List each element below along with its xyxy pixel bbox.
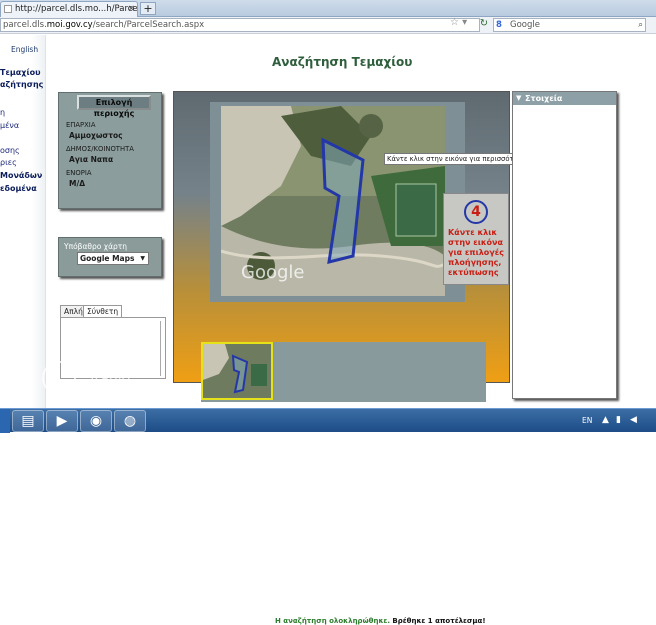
watermark-logo: Tranio <box>42 361 146 401</box>
close-tab-icon[interactable]: × <box>127 2 135 16</box>
help-callout: 4 Κάντε κλικ στην εικόνα για επιλογές πλ… <box>443 193 509 285</box>
google-icon: 8 <box>496 20 502 30</box>
select-region-button[interactable]: Επιλογή περιοχής <box>77 95 151 118</box>
search-icon[interactable]: ⌕ <box>638 19 643 31</box>
nav-item-parcel[interactable]: Τεμαχίου <box>0 68 40 77</box>
basemap-panel: Υπόβαθρο χάρτη Google Maps ▼ <box>58 237 162 277</box>
nav-item-search[interactable]: αζήτησης <box>0 80 43 89</box>
satellite-map-image[interactable]: Google <box>221 106 445 296</box>
search-placeholder: Google <box>510 20 540 30</box>
info-panel-header[interactable]: ▼ Στοιχεία <box>513 92 616 105</box>
system-tray: EN ▲ ▮ ◀ <box>572 409 656 433</box>
map-container: Google <box>210 102 465 302</box>
field-value-parish: Μ/Δ <box>69 179 86 188</box>
os-taskbar: ▤ ▶ ◉ ◍ EN ▲ ▮ ◀ <box>0 408 656 433</box>
firefox-icon[interactable]: ◍ <box>114 410 146 432</box>
region-panel: Επιλογή περιοχής ΕΠΑΡΧΙΑ Αμμοχωστος ΔΗΜΟ… <box>58 92 162 209</box>
field-label-district: ΕΠΑΡΧΙΑ <box>66 121 96 129</box>
volume-icon[interactable]: ◀ <box>630 415 637 425</box>
nav-item-5[interactable]: οσης <box>0 146 20 155</box>
url-prefix: parcel.dls. <box>3 20 47 30</box>
bookmark-star-icon[interactable]: ☆ ▾ <box>450 17 467 28</box>
browser-tab-title: http://parcel.dls.mo...h/ParcelSearch.as… <box>15 4 138 14</box>
page-title: Αναζήτηση Τεμαχίου <box>272 55 413 69</box>
field-value-municipality: Αγια Ναπα <box>69 155 114 164</box>
watermark-text: Tranio <box>88 371 131 387</box>
left-navigation: English Τεμαχίου αζήτησης η μένα οσης ρι… <box>0 35 46 408</box>
info-panel: ▼ Στοιχεία <box>512 91 617 399</box>
url-domain: moi.gov.cy <box>46 20 93 30</box>
search-status: Η αναζήτηση ολοκληρώθηκε. Βρέθηκε 1 αποτ… <box>275 617 486 625</box>
refresh-icon[interactable]: ↻ <box>477 18 491 32</box>
callout-step-number: 4 <box>464 200 488 224</box>
browser-tab-bar: http://parcel.dls.mo...h/ParcelSearch.as… <box>0 0 656 17</box>
field-value-district: Αμμοχωστος <box>69 131 123 140</box>
nav-item-3[interactable]: η <box>0 108 5 117</box>
field-label-parish: ΕΝΟΡΙΑ <box>66 169 92 177</box>
browser-tab[interactable]: http://parcel.dls.mo...h/ParcelSearch.as… <box>0 1 138 17</box>
network-icon[interactable]: ▮ <box>616 415 621 425</box>
basemap-label: Υπόβαθρο χάρτη <box>64 242 128 251</box>
tray-arrow-icon[interactable]: ▲ <box>602 415 609 425</box>
basemap-select[interactable]: Google Maps ▼ <box>77 252 149 265</box>
search-input[interactable]: 8 Google ⌕ <box>493 18 646 32</box>
field-label-municipality: ΔΗΜΟΣ/ΚΟΙΝΟΤΗΤΑ <box>66 145 134 153</box>
browser-nav-bar: parcel.dls.moi.gov.cy/search/ParcelSearc… <box>0 17 656 34</box>
callout-text: Κάντε κλικ στην εικόνα για επιλογές πλοή… <box>448 228 504 277</box>
google-watermark: Google <box>241 262 304 283</box>
basemap-selected-value: Google Maps <box>80 254 135 263</box>
media-player-icon[interactable]: ▶ <box>46 410 78 432</box>
address-bar[interactable]: parcel.dls.moi.gov.cy/search/ParcelSearc… <box>0 18 480 32</box>
status-result-count: Βρέθηκε 1 αποτέλεσμα! <box>392 617 486 625</box>
start-button[interactable] <box>0 409 10 433</box>
chrome-icon[interactable]: ◉ <box>80 410 112 432</box>
status-completed: Η αναζήτηση ολοκληρώθηκε. <box>275 617 390 625</box>
file-explorer-icon[interactable]: ▤ <box>12 410 44 432</box>
page-favicon-icon <box>4 5 12 13</box>
nav-item-units[interactable]: Μονάδων <box>0 171 42 180</box>
nav-item-4[interactable]: μένα <box>0 121 19 130</box>
scrollbar[interactable] <box>160 321 164 376</box>
nav-item-data[interactable]: εδομένα <box>0 184 37 193</box>
map-thumbnail[interactable] <box>201 342 273 400</box>
page-content: English Τεμαχίου αζήτησης η μένα οσης ρι… <box>0 35 656 625</box>
collapse-triangle-icon[interactable]: ▼ <box>516 92 521 105</box>
map-tooltip: Κάντε κλικ στην εικόνα για περισσότερες <box>384 153 533 165</box>
info-panel-title: Στοιχεία <box>525 94 563 103</box>
tray-language[interactable]: EN <box>582 416 592 425</box>
url-path: /search/ParcelSearch.aspx <box>92 20 205 30</box>
nav-item-6[interactable]: ριες <box>0 158 17 167</box>
language-link[interactable]: English <box>11 45 38 54</box>
dropdown-arrow-icon: ▼ <box>140 255 145 262</box>
thumbnail-strip: Η αναζήτηση ολοκληρώθηκε. Βρέθηκε 1 αποτ… <box>201 342 486 625</box>
new-tab-button[interactable]: + <box>140 2 156 15</box>
watermark-circle-icon <box>42 361 76 395</box>
